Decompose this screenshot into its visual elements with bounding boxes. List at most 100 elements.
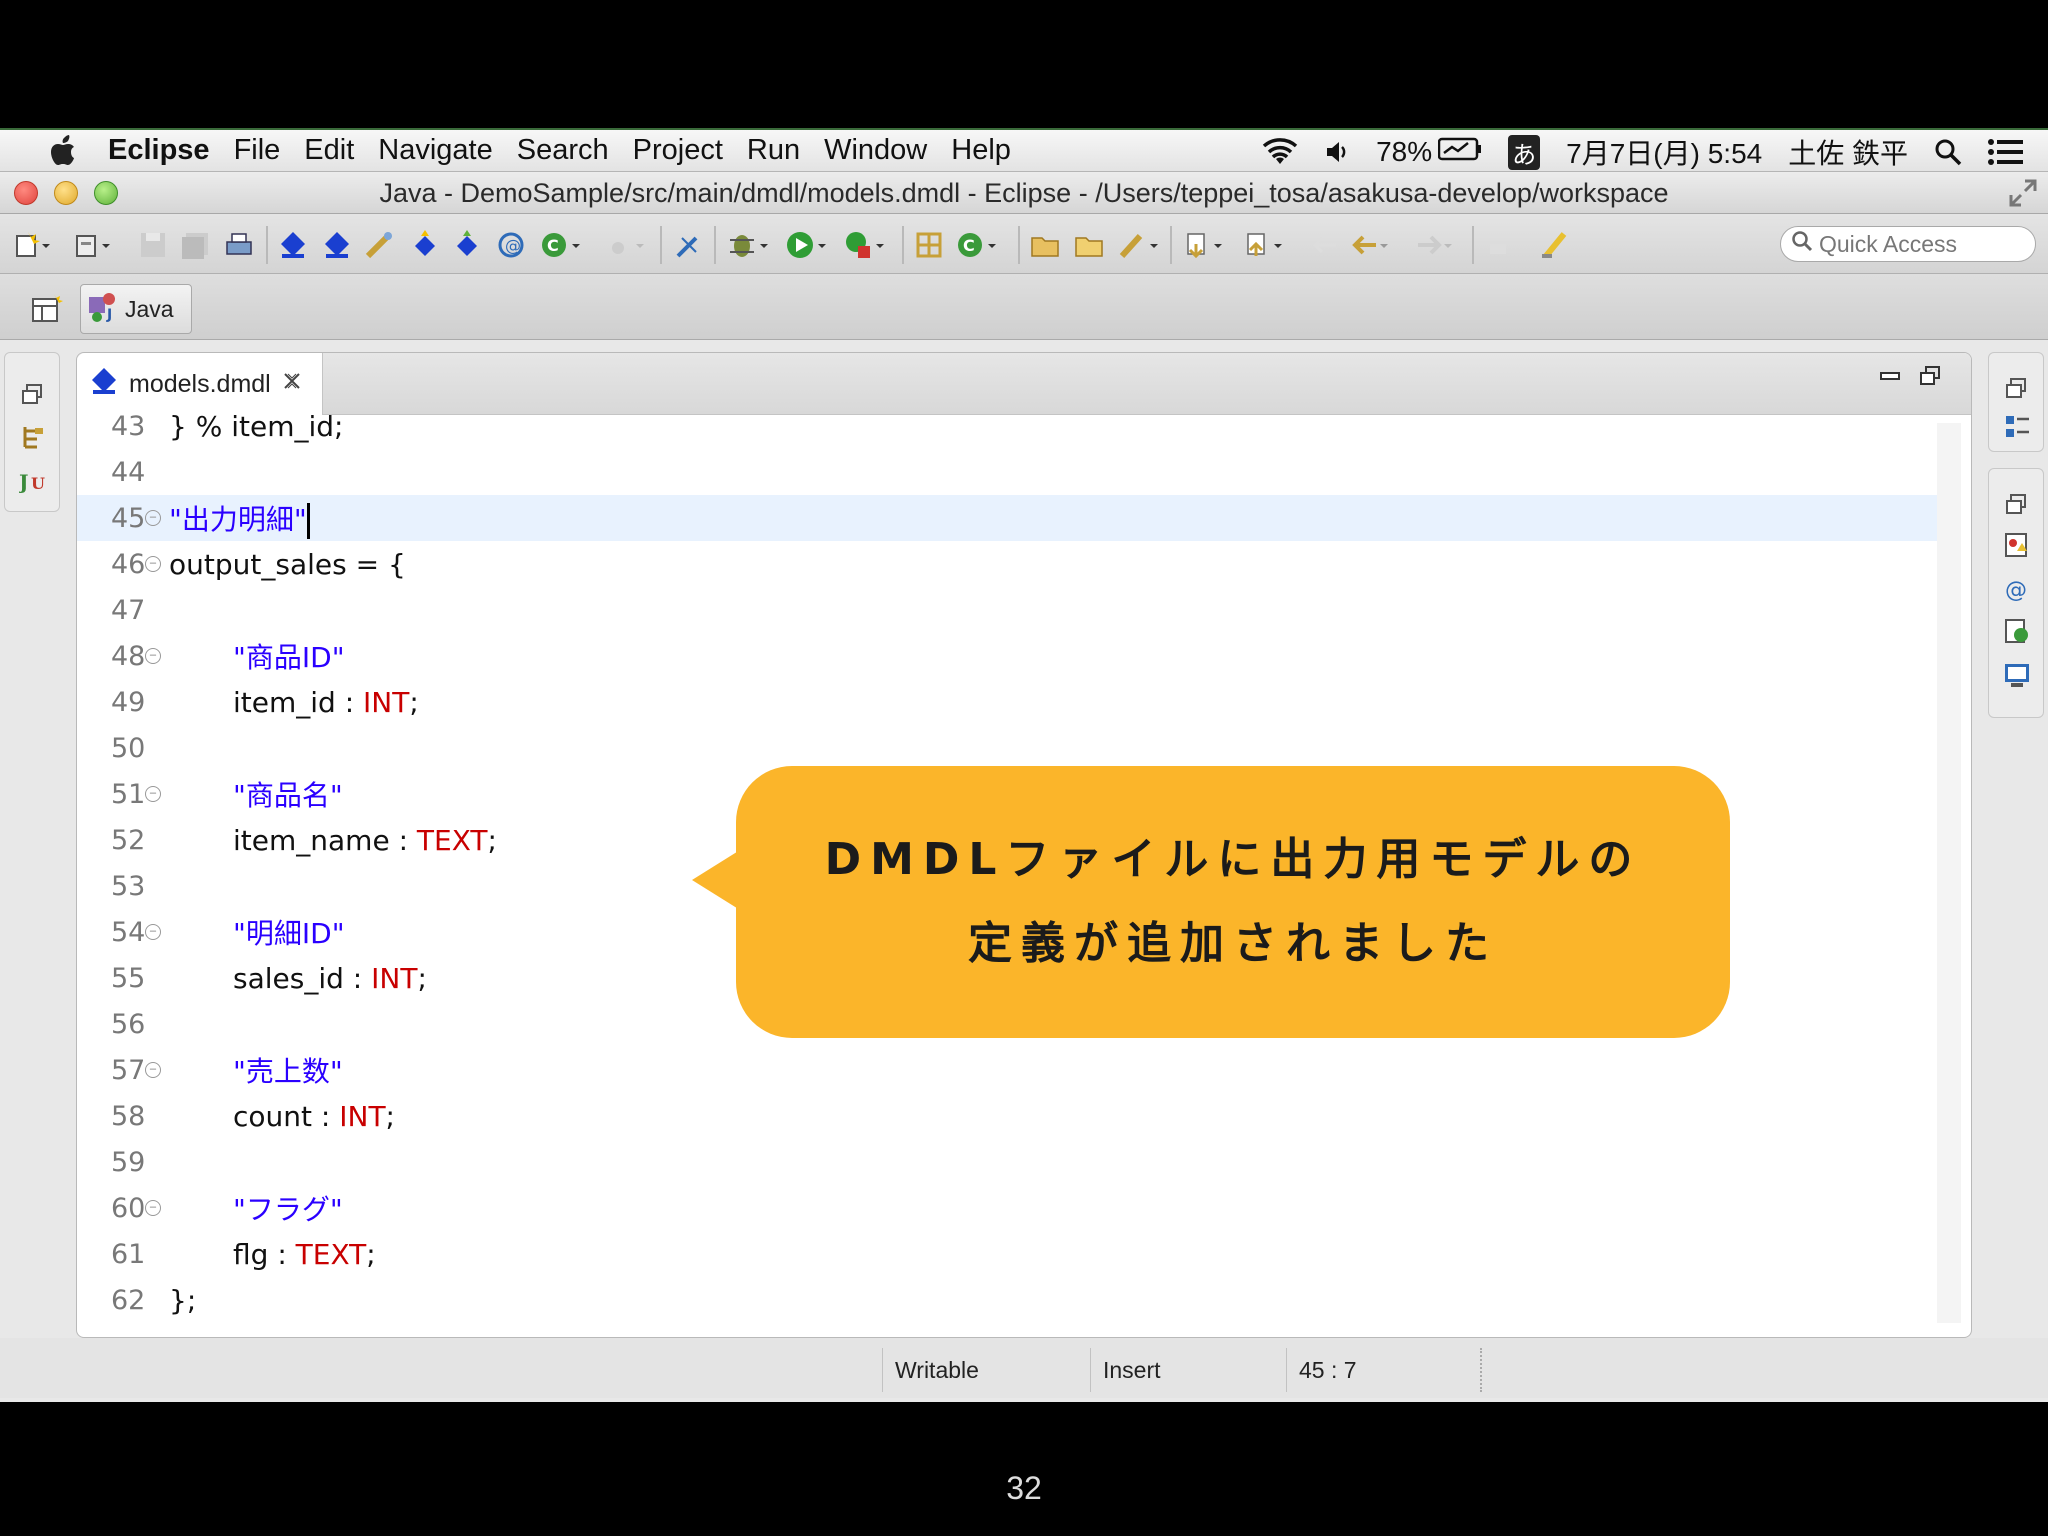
restore-icon[interactable] <box>2003 375 2031 403</box>
code-line[interactable]: 62}; <box>77 1277 1937 1323</box>
code-text: count : INT; <box>233 1100 395 1133</box>
property-type: INT <box>371 961 418 995</box>
maximize-editor-icon[interactable] <box>1919 365 1941 387</box>
quick-access-input[interactable]: Quick Access <box>1780 226 2036 262</box>
previous-annotation-icon[interactable] <box>1244 230 1282 260</box>
new-wizard-icon[interactable] <box>14 230 50 260</box>
search-tool-icon[interactable] <box>674 230 704 260</box>
code-token: output_sales = { <box>169 547 406 581</box>
fold-toggle-icon[interactable]: − <box>145 1200 161 1216</box>
volume-icon[interactable] <box>1324 139 1350 165</box>
dmdl-test-icon[interactable] <box>452 230 482 260</box>
last-edit-icon[interactable] <box>1310 230 1340 260</box>
back-icon[interactable] <box>1350 230 1388 260</box>
next-annotation-icon[interactable] <box>1184 230 1222 260</box>
code-line[interactable]: 45− "出力明細" <box>77 495 1937 541</box>
outline-icon[interactable] <box>2003 413 2031 441</box>
junit-icon[interactable]: JU <box>17 467 47 495</box>
console-icon[interactable] <box>2003 661 2031 689</box>
code-line[interactable]: 58 count : INT; <box>77 1093 1937 1139</box>
pin-editor-icon[interactable] <box>1484 230 1514 260</box>
menubar-user[interactable]: 土佐 鉄平 <box>1788 132 1908 172</box>
dmdl-compile-icon[interactable] <box>278 230 308 260</box>
open-perspective-icon[interactable] <box>30 292 64 326</box>
run-external-icon[interactable] <box>844 230 884 260</box>
new-package-icon[interactable] <box>74 230 110 260</box>
save-icon[interactable] <box>138 230 168 260</box>
package-explorer-icon[interactable] <box>19 423 47 451</box>
window-titlebar[interactable]: Java - DemoSample/src/main/dmdl/models.d… <box>0 172 2048 214</box>
fold-toggle-icon[interactable]: − <box>145 510 161 526</box>
javadoc-icon[interactable]: @ <box>2003 575 2031 603</box>
code-line[interactable]: 50 <box>77 725 1937 771</box>
menu-search[interactable]: Search <box>517 134 609 167</box>
code-line[interactable]: 43} % item_id; <box>77 415 1937 449</box>
code-line[interactable]: 44 <box>77 449 1937 495</box>
status-insert-mode[interactable]: Insert <box>1090 1348 1286 1392</box>
new-java-project-icon[interactable] <box>914 230 944 260</box>
vertical-scrollbar[interactable] <box>1937 423 1961 1323</box>
callout-bubble: DMDLファイルに出力用モデルの 定義が追加されました <box>736 766 1730 1038</box>
forward-icon[interactable] <box>1414 230 1452 260</box>
save-all-icon[interactable] <box>180 230 210 260</box>
code-line[interactable]: 60− "フラグ" <box>77 1185 1937 1231</box>
quick-access-placeholder: Quick Access <box>1819 230 1958 257</box>
open-folder-icon[interactable] <box>1030 230 1060 260</box>
new-annotation-icon[interactable]: @ <box>496 230 526 260</box>
wifi-icon[interactable] <box>1262 138 1298 166</box>
menu-navigate[interactable]: Navigate <box>378 134 492 167</box>
spotlight-search-icon[interactable] <box>1934 138 1962 166</box>
debug-icon[interactable] <box>728 230 768 260</box>
connect-icon[interactable] <box>364 230 394 260</box>
menu-file[interactable]: File <box>234 134 281 167</box>
fold-toggle-icon[interactable]: − <box>145 556 161 572</box>
new-type-icon[interactable]: C <box>956 230 996 260</box>
fold-toggle-icon[interactable]: − <box>145 1062 161 1078</box>
dmdl-build-icon[interactable] <box>322 230 352 260</box>
code-line[interactable]: 48− "商品ID" <box>77 633 1937 679</box>
fullscreen-icon[interactable] <box>2008 178 2038 208</box>
java-perspective-button[interactable]: J Java <box>80 284 192 334</box>
open-type-icon[interactable] <box>606 230 644 260</box>
highlight-icon[interactable] <box>1540 230 1570 260</box>
code-line[interactable]: 49 item_id : INT; <box>77 679 1937 725</box>
input-method-icon[interactable]: あ <box>1508 134 1541 170</box>
code-line[interactable]: 59 <box>77 1139 1937 1185</box>
open-file-icon[interactable] <box>1074 230 1104 260</box>
menu-project[interactable]: Project <box>633 134 723 167</box>
dmdl-generate-icon[interactable] <box>410 230 440 260</box>
problems-icon[interactable] <box>2003 531 2031 559</box>
menu-app-name[interactable]: Eclipse <box>108 134 210 167</box>
line-number: 61 <box>111 1238 146 1270</box>
menu-window[interactable]: Window <box>824 134 927 167</box>
code-line[interactable]: 61 flg : TEXT; <box>77 1231 1937 1277</box>
menu-edit[interactable]: Edit <box>304 134 354 167</box>
code-token: }; <box>169 1283 197 1317</box>
code-text: "出力明細" <box>169 498 310 539</box>
line-number: 56 <box>111 1008 146 1040</box>
window-title: Java - DemoSample/src/main/dmdl/models.d… <box>379 178 1669 208</box>
apple-logo-icon[interactable] <box>38 129 92 173</box>
editor-tab-models-dmdl[interactable]: models.dmdl <box>77 353 323 415</box>
close-tab-icon[interactable] <box>281 370 303 399</box>
menubar-clock[interactable]: 7月7日(月) 5:54 <box>1566 132 1762 172</box>
code-line[interactable]: 46− output_sales = { <box>77 541 1937 587</box>
code-line[interactable]: 47 <box>77 587 1937 633</box>
fold-toggle-icon[interactable]: − <box>145 786 161 802</box>
restore-icon[interactable] <box>2003 491 2031 519</box>
new-class-icon[interactable]: C <box>540 230 580 260</box>
minimize-editor-icon[interactable] <box>1879 365 1901 387</box>
right-trim-stack-bottom: @ <box>1988 468 2044 718</box>
battery-icon[interactable] <box>1437 136 1482 168</box>
print-icon[interactable] <box>224 230 254 260</box>
declaration-icon[interactable] <box>2003 617 2031 645</box>
fold-toggle-icon[interactable]: − <box>145 648 161 664</box>
menu-run[interactable]: Run <box>747 134 800 167</box>
menu-help[interactable]: Help <box>951 134 1011 167</box>
run-icon[interactable] <box>786 230 826 260</box>
fold-toggle-icon[interactable]: − <box>145 924 161 940</box>
notification-center-icon[interactable] <box>1988 139 2024 165</box>
pen-tool-icon[interactable] <box>1118 230 1158 260</box>
restore-icon[interactable] <box>19 381 47 409</box>
code-line[interactable]: 57− "売上数" <box>77 1047 1937 1093</box>
